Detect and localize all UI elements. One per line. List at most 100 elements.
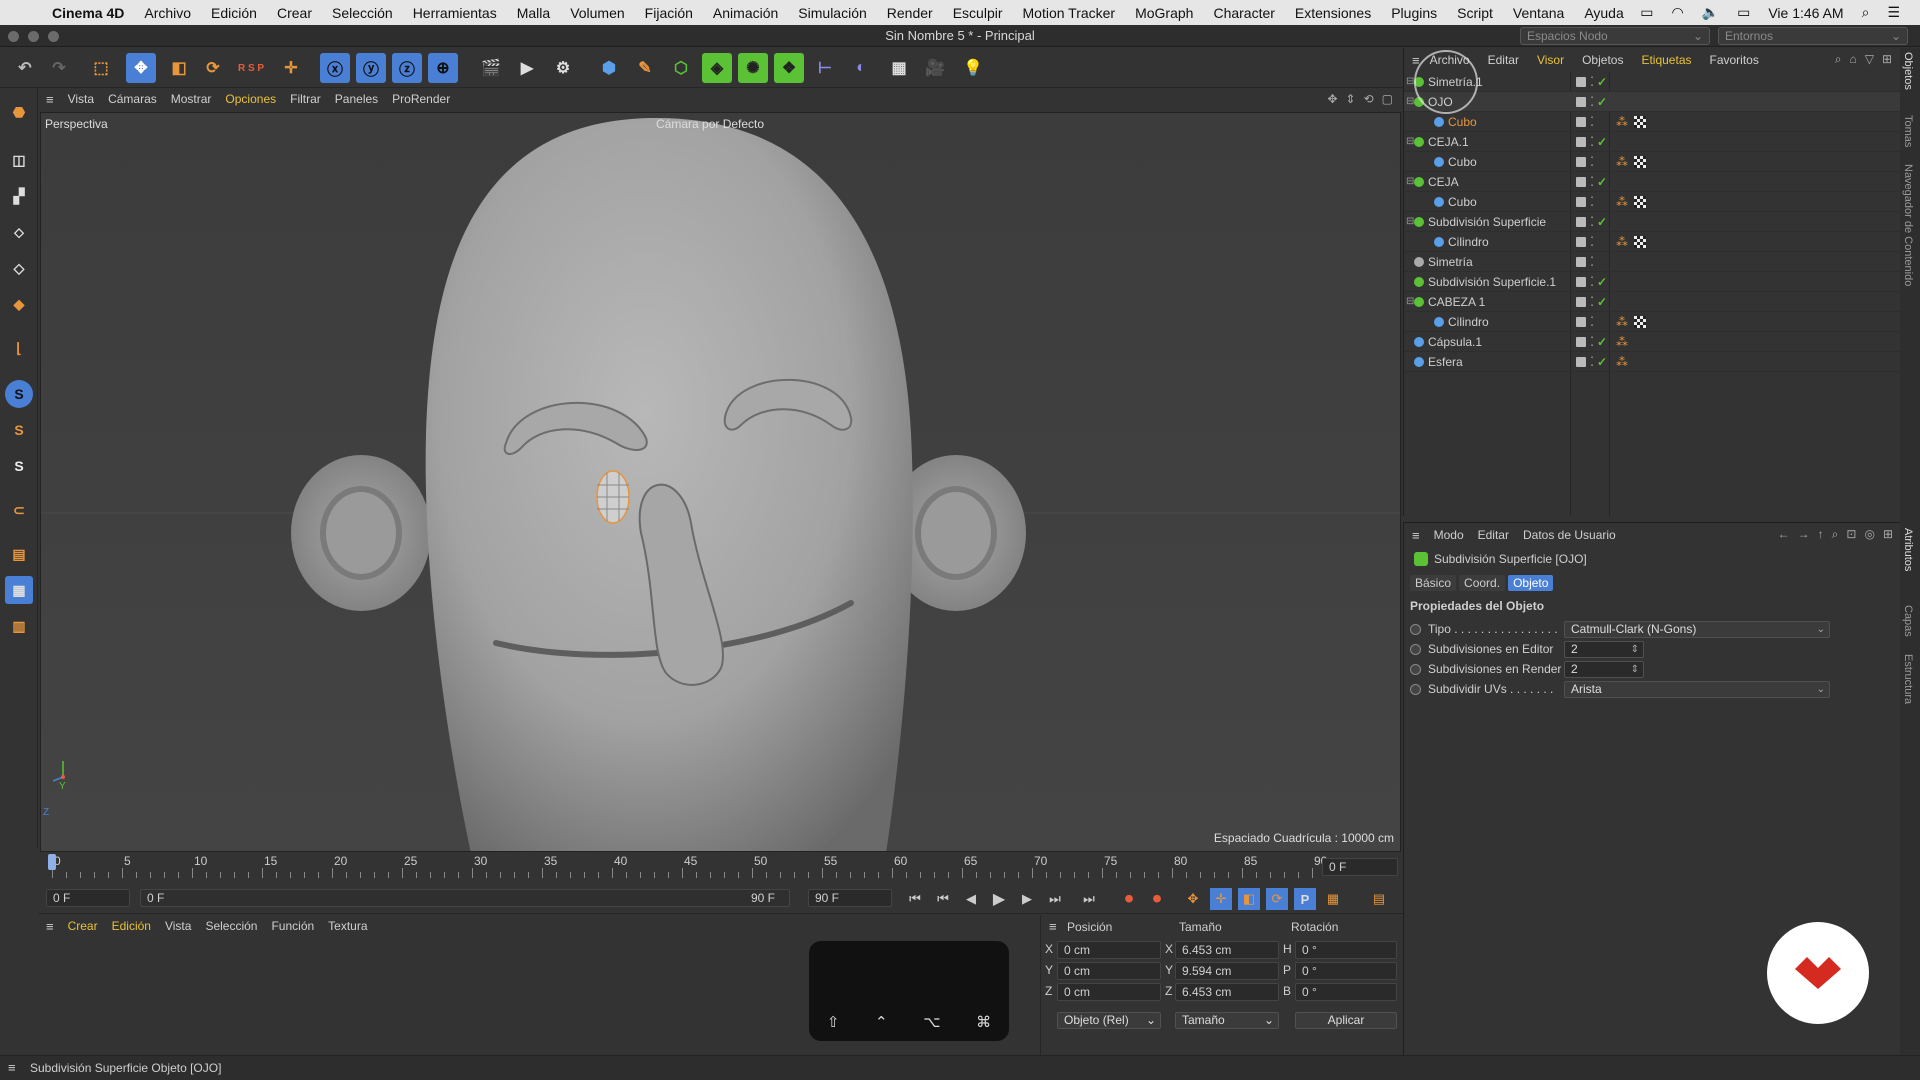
viewport-menu-item[interactable]: ProRender bbox=[392, 92, 450, 106]
screen-mirror-icon[interactable]: ▭ bbox=[1640, 4, 1653, 21]
menubar-item[interactable]: MoGraph bbox=[1135, 5, 1193, 21]
y-axis-lock-icon[interactable]: ⓨ bbox=[356, 53, 386, 83]
menubar-item[interactable]: Archivo bbox=[144, 5, 191, 21]
material-tag-icon[interactable] bbox=[1634, 196, 1646, 208]
attribute-menu-item[interactable]: Datos de Usuario bbox=[1523, 528, 1616, 542]
render-settings-icon[interactable]: ⚙ bbox=[548, 53, 578, 83]
goto-start-icon[interactable]: ⏮ bbox=[904, 888, 926, 910]
filter-icon[interactable]: ▽ bbox=[1865, 52, 1874, 67]
attribute-tab[interactable]: Objeto bbox=[1508, 575, 1554, 591]
play-icon[interactable]: ▶ bbox=[988, 888, 1010, 910]
make-editable-icon[interactable]: ⬣ bbox=[5, 98, 33, 126]
editor-visibility-toggle[interactable] bbox=[1576, 257, 1586, 267]
right-tab[interactable]: Capas bbox=[1902, 605, 1914, 637]
enabled-check-icon[interactable]: ✓ bbox=[1597, 332, 1607, 352]
record-keys-icon[interactable]: ⏺ bbox=[1118, 888, 1140, 910]
object-name[interactable]: Cubo bbox=[1448, 112, 1477, 132]
zoom-window-button[interactable] bbox=[48, 31, 59, 42]
property-number[interactable]: 2 ⇕ bbox=[1564, 641, 1644, 658]
axis-mode-icon[interactable]: ⌊ bbox=[5, 334, 33, 362]
menubar-item[interactable]: Fijación bbox=[645, 5, 693, 21]
menubar-item[interactable]: Extensiones bbox=[1295, 5, 1371, 21]
recent-tools-icon[interactable]: R S P bbox=[236, 53, 266, 83]
animate-toggle-icon[interactable] bbox=[1410, 624, 1421, 635]
solo-hierarchy-icon[interactable]: S bbox=[5, 416, 33, 444]
object-name[interactable]: Cilindro bbox=[1448, 312, 1489, 332]
material-tag-icon[interactable] bbox=[1634, 236, 1646, 248]
prev-key-icon[interactable]: ⏮ bbox=[932, 888, 954, 910]
light-icon[interactable]: 💡 bbox=[958, 53, 988, 83]
apply-button[interactable]: Aplicar bbox=[1295, 1012, 1397, 1029]
volume-icon[interactable]: 🔈 bbox=[1702, 4, 1719, 21]
rotation-field[interactable]: 0 ° bbox=[1295, 983, 1397, 1001]
menubar-item[interactable]: Ayuda bbox=[1584, 5, 1623, 21]
object-row[interactable]: ⊟ Simetría.1 ⁚ ✓ bbox=[1404, 72, 1901, 92]
polygons-mode-icon[interactable]: ◆ bbox=[5, 290, 33, 318]
object-menu-item[interactable]: Visor bbox=[1537, 53, 1564, 67]
quantize-icon[interactable]: ▦ bbox=[5, 576, 33, 604]
right-tab[interactable]: Atributos bbox=[1902, 528, 1914, 571]
render-picture-viewer-icon[interactable]: ▶ bbox=[512, 53, 542, 83]
visibility-dots-icon[interactable]: ⁚ bbox=[1590, 292, 1594, 312]
object-name[interactable]: Esfera bbox=[1428, 352, 1463, 372]
environment-select[interactable]: Entornos ⌄ bbox=[1718, 27, 1908, 45]
object-menu-item[interactable]: Favoritos bbox=[1710, 53, 1759, 67]
material-menu-item[interactable]: Función bbox=[271, 919, 314, 933]
subdivision-surface-icon[interactable]: ⬡ bbox=[666, 53, 696, 83]
undo-icon[interactable]: ↶ bbox=[10, 53, 40, 83]
lock-icon[interactable]: ⊡ bbox=[1846, 527, 1856, 542]
key-scale-icon[interactable]: ◧ bbox=[1238, 888, 1260, 910]
editor-visibility-toggle[interactable] bbox=[1576, 277, 1586, 287]
model-mode-icon[interactable]: ◫ bbox=[5, 146, 33, 174]
enabled-check-icon[interactable]: ✓ bbox=[1597, 292, 1607, 312]
viewport-menu-item[interactable]: Filtrar bbox=[290, 92, 321, 106]
viewport-menu-item[interactable]: Paneles bbox=[335, 92, 378, 106]
object-name[interactable]: Cilindro bbox=[1448, 232, 1489, 252]
workplane-lock-icon[interactable]: ▥ bbox=[5, 612, 33, 640]
solo-off-icon[interactable]: S bbox=[5, 452, 33, 480]
floor-icon[interactable]: ▦ bbox=[884, 53, 914, 83]
animate-toggle-icon[interactable] bbox=[1410, 684, 1421, 695]
object-name[interactable]: Cubo bbox=[1448, 192, 1477, 212]
start-frame-field[interactable]: 0 F bbox=[46, 889, 130, 907]
object-row[interactable]: Cubo ⁚ ⁂ bbox=[1404, 192, 1901, 212]
x-axis-lock-icon[interactable]: ⓧ bbox=[320, 53, 350, 83]
texture-mode-icon[interactable]: ▞ bbox=[5, 182, 33, 210]
phong-tag-icon[interactable]: ⁂ bbox=[1616, 112, 1628, 132]
timeline-window-icon[interactable]: ▤ bbox=[1368, 888, 1390, 910]
object-row[interactable]: Cilindro ⁚ ⁂ bbox=[1404, 232, 1901, 252]
editor-visibility-toggle[interactable] bbox=[1576, 197, 1586, 207]
key-pla-icon[interactable]: ▦ bbox=[1322, 888, 1344, 910]
key-parameter-icon[interactable]: P bbox=[1294, 888, 1316, 910]
orbit-view-icon[interactable]: ⟲ bbox=[1364, 92, 1374, 106]
object-row[interactable]: ⊟ CABEZA 1 ⁚ ✓ bbox=[1404, 292, 1901, 312]
object-name[interactable]: Subdivisión Superficie bbox=[1428, 212, 1546, 232]
current-frame-field[interactable]: 0 F bbox=[1322, 858, 1398, 876]
deformer-icon[interactable]: ⊢ bbox=[810, 53, 840, 83]
new-window-icon[interactable]: ⊞ bbox=[1883, 527, 1893, 542]
z-axis-lock-icon[interactable]: ⓩ bbox=[392, 53, 422, 83]
enabled-check-icon[interactable]: ✓ bbox=[1597, 72, 1607, 92]
material-tag-icon[interactable] bbox=[1634, 316, 1646, 328]
editor-visibility-toggle[interactable] bbox=[1576, 357, 1586, 367]
end-frame-field[interactable]: 90 F bbox=[808, 889, 892, 907]
zoom-view-icon[interactable]: ⇕ bbox=[1346, 92, 1356, 106]
rotate-tool-icon[interactable]: ⟳ bbox=[198, 53, 228, 83]
close-window-button[interactable] bbox=[8, 31, 19, 42]
viewport-menu-item[interactable]: Mostrar bbox=[171, 92, 212, 106]
phong-tag-icon[interactable]: ⁂ bbox=[1616, 352, 1628, 372]
move-tool-icon[interactable]: ✥ bbox=[126, 53, 156, 83]
object-row[interactable]: ⊟ Subdivisión Superficie ⁚ ✓ bbox=[1404, 212, 1901, 232]
visibility-dots-icon[interactable]: ⁚ bbox=[1590, 352, 1594, 372]
workplane-icon[interactable]: ▤ bbox=[5, 540, 33, 568]
visibility-dots-icon[interactable]: ⁚ bbox=[1590, 112, 1594, 132]
app-menu[interactable]: Cinema 4D bbox=[52, 5, 124, 21]
scale-tool-icon[interactable]: ◧ bbox=[164, 53, 194, 83]
property-select[interactable]: Catmull-Clark (N-Gons) ⌄ bbox=[1564, 621, 1830, 638]
editor-visibility-toggle[interactable] bbox=[1576, 217, 1586, 227]
editor-visibility-toggle[interactable] bbox=[1576, 77, 1586, 87]
visibility-dots-icon[interactable]: ⁚ bbox=[1590, 272, 1594, 292]
attribute-tab[interactable]: Básico bbox=[1410, 575, 1457, 591]
right-tab[interactable]: Estructura bbox=[1902, 654, 1914, 704]
up-arrow-icon[interactable]: ↑ bbox=[1818, 527, 1824, 542]
